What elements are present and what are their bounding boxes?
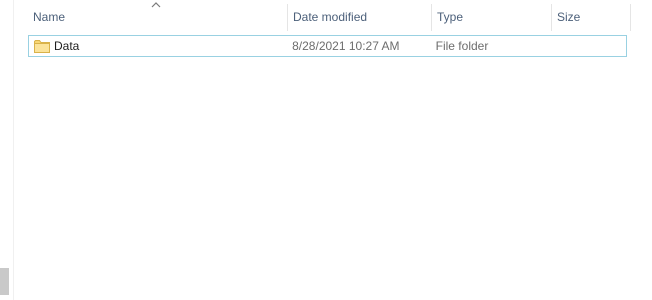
column-header-date-modified[interactable]: Date modified [288, 4, 432, 31]
column-header-size[interactable]: Size [552, 4, 631, 31]
column-header-type[interactable]: Type [432, 4, 552, 31]
folder-icon [34, 40, 50, 53]
file-explorer-content-pane: Name Date modified Type Size Data 8/28/2… [0, 0, 652, 300]
file-list: Data 8/28/2021 10:27 AM File folder [28, 35, 627, 57]
column-header-row: Name Date modified Type Size [28, 4, 631, 31]
file-list-row[interactable]: Data 8/28/2021 10:27 AM File folder [28, 35, 627, 57]
file-type-cell: File folder [435, 39, 489, 53]
column-header-name[interactable]: Name [28, 4, 288, 31]
file-name-cell[interactable]: Data [29, 39, 288, 53]
file-date-modified-cell: 8/28/2021 10:27 AM [292, 39, 400, 53]
file-name-label: Data [54, 39, 80, 53]
navigation-pane-edge [0, 0, 14, 300]
navigation-pane-scrollbar[interactable] [0, 268, 9, 295]
